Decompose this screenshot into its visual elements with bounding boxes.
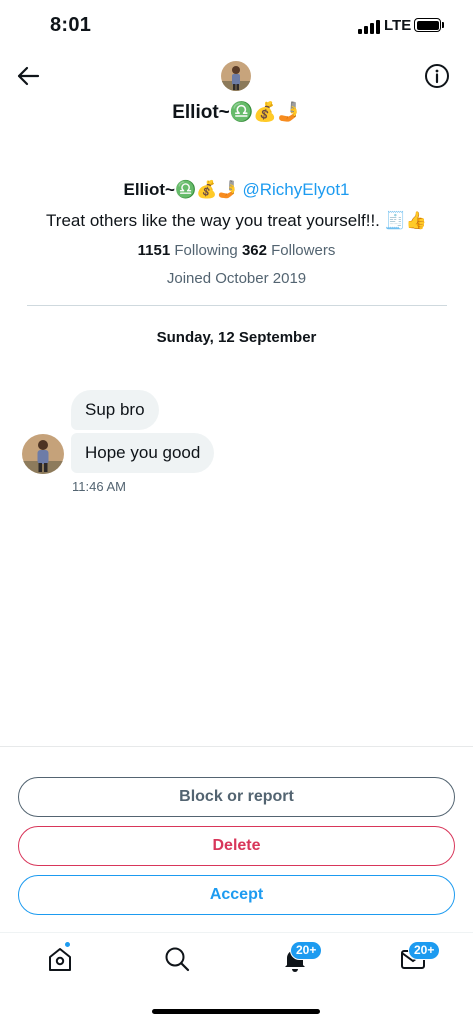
delete-button[interactable]: Delete xyxy=(18,826,455,866)
message-time: 11:46 AM xyxy=(72,479,126,494)
notifications-badge: 20+ xyxy=(290,941,323,960)
profile-bio: Treat others like the way you treat your… xyxy=(46,211,427,230)
accept-button[interactable]: Accept xyxy=(18,875,455,915)
header-title: Elliot~♎️💰🤳 xyxy=(172,102,301,123)
following-label: Following xyxy=(174,242,238,259)
status-bar: 8:01 LTE xyxy=(0,0,473,54)
joined-date: Joined October 2019 xyxy=(166,270,307,287)
follow-stats: 1151 Following 362 Followers xyxy=(0,242,473,259)
messages-badge: 20+ xyxy=(408,941,441,960)
followers-label: Followers xyxy=(271,242,336,259)
followers-count: 362 xyxy=(241,242,267,259)
battery-icon xyxy=(414,18,441,32)
search-icon[interactable] xyxy=(162,944,192,974)
followers-stat[interactable]: 362 Followers xyxy=(242,242,335,259)
home-icon[interactable] xyxy=(45,944,75,974)
message-bubble[interactable]: Sup bro xyxy=(71,390,159,430)
avatar[interactable] xyxy=(221,61,251,91)
divider xyxy=(0,746,473,747)
network-label: LTE xyxy=(384,17,412,34)
tab-bar-divider xyxy=(0,932,473,933)
profile-handle[interactable]: @RichyElyot1 xyxy=(242,180,349,199)
status-time: 8:01 xyxy=(50,14,92,36)
divider xyxy=(27,305,447,306)
profile-name[interactable]: Elliot~♎️💰🤳 xyxy=(124,180,239,199)
block-or-report-button[interactable]: Block or report xyxy=(18,777,455,817)
home-new-dot xyxy=(64,941,71,948)
message-bubble[interactable]: Hope you good xyxy=(71,433,215,473)
following-stat[interactable]: 1151 Following xyxy=(138,242,238,259)
battery-cap xyxy=(442,22,444,28)
profile-line: Elliot~♎️💰🤳 @RichyElyot1 xyxy=(0,180,473,200)
home-indicator[interactable] xyxy=(152,1009,320,1014)
back-arrow-icon[interactable] xyxy=(14,62,42,90)
conversation-date: Sunday, 12 September xyxy=(156,329,317,346)
sender-avatar[interactable] xyxy=(22,434,64,474)
info-icon[interactable] xyxy=(424,63,450,89)
following-count: 1151 xyxy=(137,242,171,259)
signal-icon xyxy=(358,20,380,34)
